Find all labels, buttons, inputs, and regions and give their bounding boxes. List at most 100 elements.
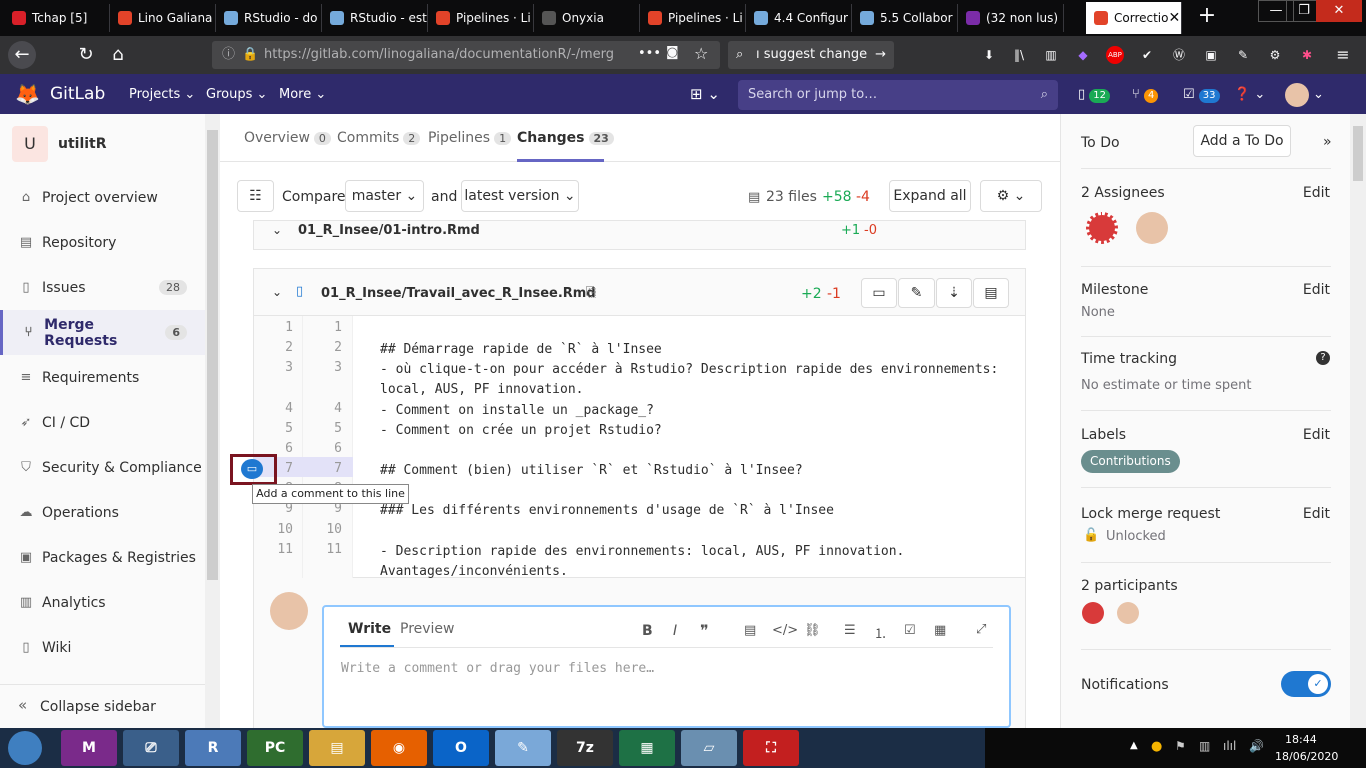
new-line-number[interactable]: 5: [316, 421, 342, 436]
pocket-icon[interactable]: ◙: [666, 45, 679, 60]
device-icon[interactable]: ⎚: [123, 730, 179, 766]
tray-arrow-icon[interactable]: ▲: [1130, 740, 1138, 751]
firefox-icon[interactable]: ◉: [371, 730, 427, 766]
mr-count-icon[interactable]: ▯ 12: [1078, 87, 1111, 103]
close-tab-icon[interactable]: ✕: [1168, 10, 1180, 26]
browser-tab[interactable]: Lino Galiana: [110, 4, 216, 32]
preview-tab[interactable]: Preview: [400, 621, 455, 637]
todos-count-icon[interactable]: ☑ 33: [1183, 87, 1220, 103]
file-name[interactable]: 01_R_Insee/Travail_avec_R_Insee.Rmd: [321, 286, 596, 301]
expand-all-button[interactable]: Expand all: [889, 180, 971, 212]
sidebar-item-ci-cd[interactable]: ➶ CI / CD: [0, 400, 205, 445]
chevron-down-icon[interactable]: ⌄: [272, 285, 282, 299]
quote-icon[interactable]: ❞: [700, 621, 709, 640]
sidebar-item-security-compliance[interactable]: ⛉ Security & Compliance: [0, 445, 205, 490]
new-line-number[interactable]: 10: [316, 522, 342, 537]
sidebar-item-project-overview[interactable]: ⌂ Project overview: [0, 175, 205, 220]
home-icon[interactable]: ⌂: [104, 41, 132, 69]
page-scrollbar[interactable]: [1350, 114, 1366, 728]
comment-toggle-icon[interactable]: ▭: [861, 278, 897, 308]
browser-tab[interactable]: RStudio - do: [216, 4, 322, 32]
sidebar-item-issues[interactable]: ▯ Issues 28: [0, 265, 205, 310]
assignee-avatar[interactable]: [1136, 212, 1168, 244]
label-pill[interactable]: Contributions: [1081, 450, 1180, 473]
old-line-number[interactable]: 3: [267, 360, 293, 375]
participant-avatar[interactable]: [1082, 602, 1104, 624]
browser-tab[interactable]: Correctio ✕: [1086, 2, 1182, 34]
link-icon[interactable]: ⛓: [804, 623, 821, 638]
tab-commits[interactable]: Commits 2: [337, 130, 421, 146]
diff-settings-button[interactable]: ⚙ ⌄: [980, 180, 1042, 212]
gitlab-search-input[interactable]: Search or jump to… ⌕: [738, 80, 1058, 110]
sidebar-toggle-icon[interactable]: ▥: [1042, 46, 1060, 64]
pen-icon[interactable]: ✎: [1234, 46, 1252, 64]
compare-from-dropdown[interactable]: master ⌄: [345, 180, 424, 212]
project-name[interactable]: utilitR: [58, 136, 107, 152]
tab-overview[interactable]: Overview 0: [244, 130, 331, 146]
sidebar-item-wiki[interactable]: ▯ Wiki: [0, 625, 205, 670]
chevron-down-icon[interactable]: ⌄: [272, 223, 282, 237]
help-icon[interactable]: ❓ ⌄: [1234, 87, 1265, 102]
collapse-sidebar-button[interactable]: « Collapse sidebar: [0, 684, 205, 728]
browser-tab[interactable]: Pipelines · Li: [428, 4, 534, 32]
comment-textarea[interactable]: Write a comment or drag your files here…: [341, 661, 654, 676]
numbered-list-icon[interactable]: ⒈: [874, 623, 887, 642]
gitlab-brand[interactable]: GitLab: [50, 84, 105, 104]
bold-icon[interactable]: B: [642, 623, 653, 639]
sparkle-icon[interactable]: ✱: [1298, 46, 1316, 64]
view-replaced-icon[interactable]: ⇣: [936, 278, 972, 308]
nav-more[interactable]: More ⌄: [279, 87, 326, 102]
collapse-right-icon[interactable]: »: [1323, 134, 1332, 150]
search-bar[interactable]: ⌕ ı suggest change →: [728, 41, 894, 69]
new-line-number[interactable]: 4: [316, 401, 342, 416]
menu-icon[interactable]: ≡: [1334, 46, 1352, 64]
new-item-icon[interactable]: ⊞ ⌄: [690, 85, 720, 103]
new-tab-button[interactable]: +: [1192, 5, 1222, 29]
lock-edit[interactable]: Edit: [1303, 506, 1330, 522]
nav-projects[interactable]: Projects ⌄: [129, 87, 195, 102]
nav-groups[interactable]: Groups ⌄: [206, 87, 267, 102]
notepad-icon[interactable]: ▱: [681, 730, 737, 766]
new-line-number[interactable]: 6: [316, 441, 342, 456]
bullet-list-icon[interactable]: ☰: [844, 623, 856, 638]
new-line-number[interactable]: 1: [316, 320, 342, 335]
old-line-number[interactable]: 4: [267, 401, 293, 416]
excel-icon[interactable]: ▦: [619, 730, 675, 766]
check-icon[interactable]: ✔: [1138, 46, 1156, 64]
tray-app-icon[interactable]: ●: [1151, 739, 1162, 754]
italic-icon[interactable]: I: [673, 623, 677, 639]
code-icon[interactable]: </>: [772, 623, 798, 638]
sidebar-item-repository[interactable]: ▤ Repository: [0, 220, 205, 265]
reload-icon[interactable]: ↻: [72, 41, 100, 69]
labels-edit[interactable]: Edit: [1303, 427, 1330, 443]
sidebar-item-requirements[interactable]: ≡ Requirements: [0, 355, 205, 400]
extension-icon[interactable]: ◆: [1074, 46, 1092, 64]
assignees-edit[interactable]: Edit: [1303, 185, 1330, 201]
add-todo-button[interactable]: Add a To Do: [1193, 125, 1291, 157]
taskbar-app[interactable]: O: [433, 730, 489, 766]
settings-gear-icon[interactable]: ⚙: [1266, 46, 1284, 64]
sidebar-item-packages-registries[interactable]: ▣ Packages & Registries: [0, 535, 205, 580]
clock-date[interactable]: 18/06/2020: [1275, 750, 1338, 763]
assignee-avatar[interactable]: [1086, 212, 1118, 244]
volume-icon[interactable]: 🔊: [1249, 739, 1264, 753]
back-icon[interactable]: ←: [8, 41, 36, 69]
gitlab-logo-icon[interactable]: 🦊: [15, 82, 40, 106]
notifications-toggle[interactable]: ✓: [1281, 671, 1331, 697]
sidebar-scrollbar[interactable]: [205, 114, 220, 728]
old-line-number[interactable]: 2: [267, 340, 293, 355]
copy-path-icon[interactable]: ⎘: [586, 285, 596, 300]
add-comment-icon[interactable]: ▭: [241, 459, 263, 479]
page-actions-icon[interactable]: •••: [638, 46, 661, 61]
bookmark-star-icon[interactable]: ☆: [694, 44, 708, 63]
write-tab[interactable]: Write: [348, 621, 391, 637]
participant-avatar[interactable]: [1117, 602, 1139, 624]
old-line-number[interactable]: 5: [267, 421, 293, 436]
flag-icon[interactable]: ⚑: [1175, 739, 1186, 753]
task-list-icon[interactable]: ☑: [904, 623, 916, 638]
fullscreen-icon[interactable]: ⤢: [976, 622, 986, 637]
sidebar-scroll-thumb[interactable]: [207, 130, 218, 580]
old-line-number[interactable]: 1: [267, 320, 293, 335]
taskbar-app[interactable]: PC: [247, 730, 303, 766]
paint-icon[interactable]: ✎: [495, 730, 551, 766]
